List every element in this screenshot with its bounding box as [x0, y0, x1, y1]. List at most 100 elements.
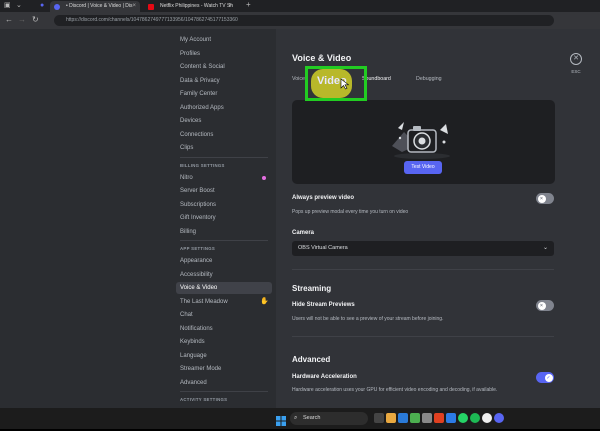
sidebar-item-label: Clips — [180, 145, 194, 151]
discord-pinned-icon[interactable]: ● — [40, 1, 44, 11]
sidebar-item-label: Data & Privacy — [180, 77, 220, 84]
tab-discord[interactable]: • Discord | Voice & Video | Dis × — [50, 1, 140, 12]
tab-netflix[interactable]: Netflix Philippines - Watch TV Sh × — [144, 1, 236, 12]
sidebar-item-label: Content & Social — [180, 64, 225, 70]
tab-voice[interactable]: Voice — [292, 76, 305, 82]
back-icon[interactable]: ← — [5, 15, 13, 25]
sidebar-item-label: The Last Meadow — [180, 298, 228, 305]
sidebar-section-header: APP SETTINGS — [180, 246, 216, 251]
sidebar-item-label: Devices — [180, 118, 202, 124]
divider — [292, 269, 554, 270]
sidebar-item-label: Profiles — [180, 50, 201, 57]
hw-accel-desc: Hardware acceleration uses your GPU for … — [292, 387, 498, 393]
whatsapp-icon[interactable] — [458, 413, 468, 423]
task-view-icon[interactable] — [374, 413, 384, 423]
url-field[interactable]: https://discord.com/channels/10478627497… — [54, 15, 554, 26]
sidebar-item-label: Streamer Mode — [180, 366, 222, 372]
url-text: https://discord.com/channels/10478627497… — [66, 17, 238, 23]
sidebar-item-label: Server Boost — [180, 188, 215, 194]
discord-app: My Account Profiles Content & Social Data &… — [0, 29, 600, 408]
page-title: Voice & Video — [292, 53, 352, 63]
new-tab-icon[interactable]: + — [246, 0, 251, 10]
sidebar-item-clips[interactable]: Clips — [176, 142, 272, 154]
sidebar-item-billing[interactable]: Billing — [176, 226, 272, 238]
sidebar-item-server-boost[interactable]: Server Boost — [176, 185, 272, 197]
sidebar-item-nitro[interactable]: Nitro — [176, 172, 272, 184]
brave-icon[interactable] — [434, 413, 444, 423]
sidebar-divider — [180, 156, 268, 158]
mouse-cursor-icon — [340, 78, 350, 90]
app-icon[interactable] — [446, 413, 456, 423]
sidebar-item-label: Family Center — [180, 91, 218, 97]
taskbar-search[interactable]: ⌕ Search — [290, 412, 368, 425]
sidebar-item-label: Advanced — [180, 379, 207, 386]
toggle-off-icon: × — [537, 194, 546, 203]
sidebar-item-authorized-apps[interactable]: Authorized Apps — [176, 102, 272, 114]
hw-accel-toggle[interactable]: ✓ — [536, 372, 554, 383]
sidebar-item-label: Appearance — [180, 258, 213, 264]
sidebar-item-data-and-privacy[interactable]: Data & Privacy — [176, 75, 272, 87]
browser-tab-strip: ▣ ⌄ ● • Discord | Voice & Video | Dis × … — [0, 0, 600, 12]
sidebar-item-gift-inventory[interactable]: Gift Inventory — [176, 212, 272, 224]
sidebar-item-advanced[interactable]: Advanced — [176, 377, 272, 389]
sidebar-item-voice-and-video[interactable]: Voice & Video — [176, 282, 272, 294]
file-explorer-icon[interactable] — [386, 413, 396, 423]
camera-select[interactable]: OBS Virtual Camera ⌄ — [292, 241, 554, 256]
sidebar-item-content-and-social[interactable]: Content & Social — [176, 61, 272, 73]
forward-icon[interactable]: → — [18, 15, 26, 25]
sidebar-item-devices[interactable]: Devices — [176, 115, 272, 127]
sidebar-item-notifications[interactable]: Notifications — [176, 323, 272, 335]
test-video-button[interactable]: Test Video — [404, 161, 442, 174]
video-preview-area: Test Video — [292, 100, 555, 184]
sidebar-item-the-last-meadow[interactable]: The Last Meadow ✋ — [176, 296, 272, 308]
camera-illustration-icon — [392, 122, 450, 159]
settings-sidebar: My Account Profiles Content & Social Data &… — [0, 29, 276, 408]
tab-debugging[interactable]: Debugging — [416, 76, 442, 82]
sidebar-section-header: BILLING SETTINGS — [180, 162, 225, 168]
reload-icon[interactable]: ↻ — [32, 15, 39, 25]
window-menu-icon[interactable]: ▣ — [4, 1, 11, 11]
store-icon[interactable] — [410, 413, 420, 423]
discord-icon[interactable] — [494, 413, 504, 423]
streaming-heading: Streaming — [292, 284, 332, 293]
sidebar-item-streamer-mode[interactable]: Streamer Mode — [176, 363, 272, 375]
sidebar-item-profiles[interactable]: Profiles — [176, 48, 272, 60]
app-icon[interactable] — [422, 413, 432, 423]
sidebar-item-accessibility[interactable]: Accessibility — [176, 269, 272, 281]
sidebar-item-label: Connections — [180, 131, 214, 138]
sidebar-item-appearance[interactable]: Appearance — [176, 255, 272, 267]
sidebar-item-subscriptions[interactable]: Subscriptions — [176, 199, 272, 211]
sidebar-item-my-account[interactable]: My Account — [176, 34, 272, 46]
nitro-badge-icon — [262, 175, 266, 180]
taskbar: ⌕ Search — [0, 408, 600, 429]
tab-list-icon[interactable]: ⌄ — [16, 1, 22, 11]
hide-previews-label: Hide Stream Previews — [292, 302, 355, 308]
camera-label: Camera — [292, 230, 315, 236]
always-preview-toggle[interactable]: × — [536, 193, 554, 204]
sidebar-item-label: Subscriptions — [180, 201, 217, 208]
chrome-icon[interactable] — [482, 413, 492, 423]
tab-title: Netflix Philippines - Watch TV Sh — [160, 3, 234, 9]
windows-start-icon[interactable] — [276, 413, 286, 426]
sidebar-item-label: Notifications — [180, 325, 213, 332]
sidebar-item-keybinds[interactable]: Keybinds — [176, 336, 272, 348]
hide-previews-desc: Users will not be able to see a preview … — [292, 316, 444, 322]
close-icon[interactable]: ✕ — [570, 53, 582, 65]
sidebar-item-family-center[interactable]: Family Center — [176, 88, 272, 100]
always-preview-label: Always preview video — [292, 195, 355, 201]
close-tab-icon[interactable]: × — [132, 1, 136, 12]
sidebar-item-connections[interactable]: Connections — [176, 129, 272, 141]
hide-previews-toggle[interactable]: × — [536, 300, 554, 311]
sidebar-item-label: Chat — [180, 312, 193, 318]
sidebar-item-label: Accessibility — [180, 271, 213, 278]
sidebar-item-label: Billing — [180, 228, 197, 235]
search-icon: ⌕ — [294, 415, 298, 421]
spotify-icon[interactable] — [470, 413, 480, 423]
edge-icon[interactable] — [398, 413, 408, 423]
sidebar-item-language[interactable]: Language — [176, 350, 272, 362]
toggle-on-icon: ✓ — [544, 373, 553, 382]
taskbar-search-label: Search — [303, 415, 321, 421]
sidebar-item-chat[interactable]: Chat — [176, 309, 272, 321]
close-tab-icon[interactable]: × — [228, 1, 232, 12]
wave-icon: ✋ — [260, 297, 269, 305]
